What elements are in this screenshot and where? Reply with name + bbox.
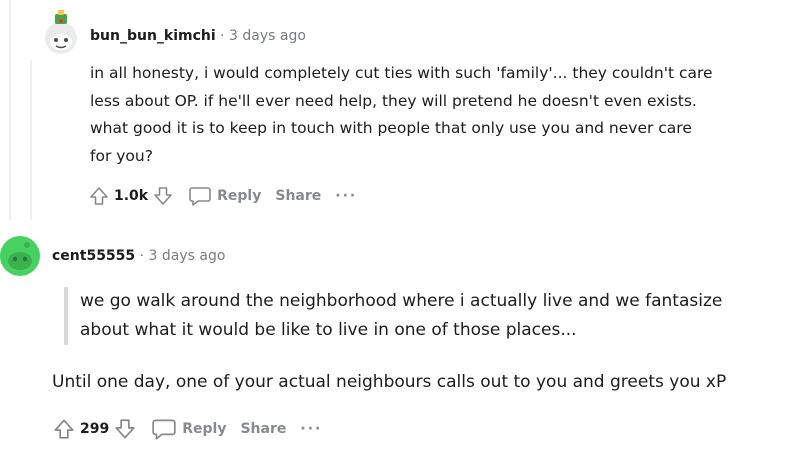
share-label: Share bbox=[275, 188, 322, 204]
reply-label: Reply bbox=[182, 421, 227, 437]
thread-line-reply[interactable] bbox=[30, 60, 32, 220]
timestamp[interactable]: 3 days ago bbox=[229, 28, 306, 44]
downvote-icon[interactable] bbox=[152, 185, 174, 207]
share-button[interactable]: Share bbox=[275, 188, 321, 204]
comment-bubble-icon bbox=[188, 185, 212, 207]
upvote-icon[interactable] bbox=[52, 417, 76, 441]
username[interactable]: bun_bun_kimchi bbox=[90, 28, 216, 44]
comment-meta: bun_bun_kimchi · 3 days ago bbox=[90, 28, 306, 44]
green-snoo-avatar-icon[interactable] bbox=[0, 236, 40, 276]
comment-body-line: what good it is to keep in touch with pe… bbox=[90, 119, 692, 137]
share-button[interactable]: Share bbox=[240, 421, 286, 437]
downvote-icon[interactable] bbox=[113, 417, 137, 441]
comment-meta: cent55555 · 3 days ago bbox=[52, 248, 225, 264]
share-label: Share bbox=[240, 421, 287, 437]
meta-separator: · bbox=[139, 248, 145, 264]
comment-body: in all honesty, i would completely cut t… bbox=[90, 60, 713, 170]
comment-actions: 299 Reply Share ··· bbox=[52, 417, 322, 441]
meta-separator: · bbox=[220, 28, 225, 44]
more-options-button[interactable]: ··· bbox=[335, 188, 357, 204]
comment-bubble-icon bbox=[151, 417, 177, 441]
more-options-button[interactable]: ··· bbox=[300, 421, 322, 437]
reply-button[interactable]: Reply bbox=[188, 185, 261, 207]
timestamp[interactable]: 3 days ago bbox=[149, 248, 226, 264]
comment-actions: 1.0k Reply Share ··· bbox=[88, 185, 357, 207]
username[interactable]: cent55555 bbox=[52, 248, 135, 264]
comment-body-line: in all honesty, i would completely cut t… bbox=[90, 64, 713, 82]
comment-body-line: for you? bbox=[90, 146, 153, 165]
vote-count: 299 bbox=[80, 421, 110, 437]
blockquote: we go walk around the neighborhood where… bbox=[64, 287, 722, 345]
comment-body-line: less about OP. if he'll ever need help, … bbox=[90, 91, 697, 110]
quote-line: we go walk around the neighborhood where… bbox=[80, 291, 723, 311]
comment-body-line: Until one day, one of your actual neighb… bbox=[52, 372, 727, 392]
reply-button[interactable]: Reply bbox=[151, 417, 226, 441]
thread-line-left[interactable] bbox=[9, 0, 11, 220]
quote-line: about what it would be like to live in o… bbox=[80, 320, 577, 340]
snoo-avatar-icon[interactable] bbox=[44, 8, 78, 56]
reply-label: Reply bbox=[217, 188, 262, 204]
upvote-icon[interactable] bbox=[88, 185, 110, 207]
vote-count: 1.0k bbox=[114, 188, 149, 204]
